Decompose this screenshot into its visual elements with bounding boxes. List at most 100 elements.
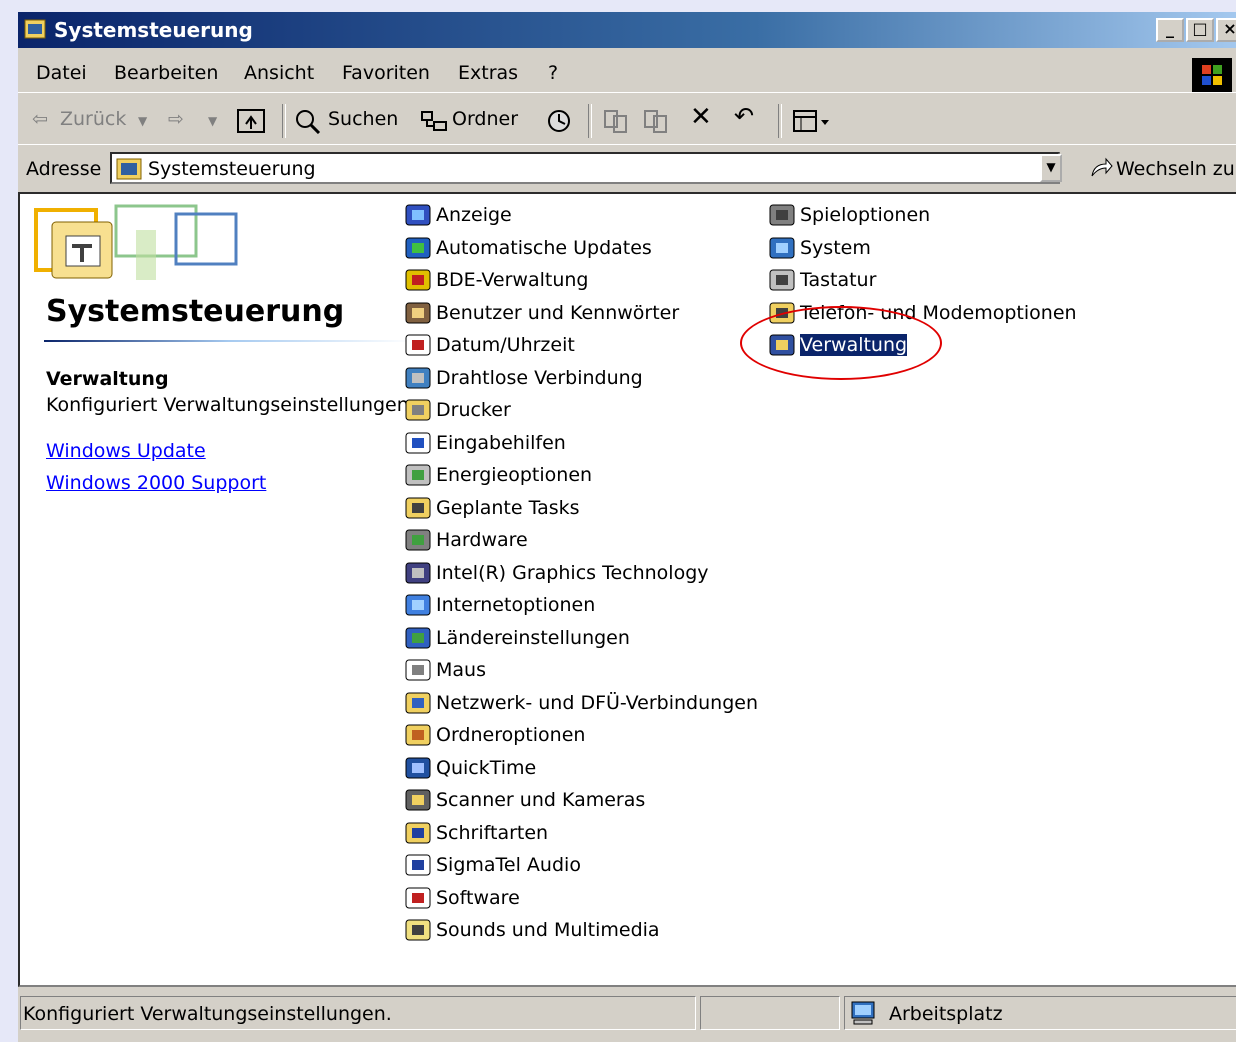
speaker-icon: [404, 917, 434, 945]
computer-icon: [849, 999, 877, 1027]
windows-logo-icon: [1192, 58, 1232, 92]
printer-icon: [404, 397, 434, 425]
status-empty-panel: [700, 996, 840, 1030]
keyboard-icon: [768, 267, 798, 295]
address-dropdown-button[interactable]: ▼: [1040, 154, 1062, 182]
back-arrow-icon[interactable]: ⇦: [32, 108, 48, 130]
copy-to-icon[interactable]: [642, 108, 670, 134]
menu-datei[interactable]: Datei: [36, 62, 87, 84]
fonts-icon: [404, 820, 434, 848]
address-value: Systemsteuerung: [148, 158, 316, 180]
toolbar: ⇦ Zurück ▼ ⇨ ▼ Suchen Ordner ✕ ↶: [18, 98, 1236, 145]
menu-help[interactable]: ?: [548, 62, 558, 84]
maximize-button[interactable]: □: [1186, 18, 1214, 42]
quicktime-icon: [404, 755, 434, 783]
list-item-label: Tastatur: [800, 269, 877, 291]
list-item-label: Internetoptionen: [436, 594, 596, 616]
menu-favoriten[interactable]: Favoriten: [342, 62, 430, 84]
menu-bearbeiten[interactable]: Bearbeiten: [114, 62, 218, 84]
address-label: Adresse: [26, 158, 102, 180]
list-item-label: Drahtlose Verbindung: [436, 366, 643, 389]
mouse-icon: [404, 657, 434, 685]
internet-icon: [404, 592, 434, 620]
list-item-label: Telefon- und Modemoptionen: [800, 301, 1077, 324]
list-item-label: QuickTime: [436, 756, 537, 779]
list-item-label: Geplante Tasks: [436, 496, 580, 519]
toolbar-separator: [778, 104, 782, 138]
selected-item-title: Verwaltung: [46, 368, 169, 390]
toolbar-separator: [588, 104, 592, 138]
list-item-label: Anzeige: [436, 204, 512, 226]
views-icon[interactable]: [792, 108, 832, 134]
move-to-icon[interactable]: [602, 108, 630, 134]
status-zone-panel: Arbeitsplatz: [844, 996, 1236, 1030]
list-item-label: BDE-Verwaltung: [436, 269, 589, 291]
windows-update-icon: [404, 235, 434, 263]
delete-icon[interactable]: ✕: [690, 102, 712, 132]
intel-graphics-icon: [404, 560, 434, 588]
back-button-label[interactable]: Zurück: [60, 108, 126, 130]
forward-dropdown-icon[interactable]: ▼: [208, 114, 217, 128]
phone-icon: [768, 300, 798, 328]
folders-button-label[interactable]: Ordner: [452, 108, 518, 130]
menu-bar: Datei Bearbeiten Ansicht Favoriten Extra…: [18, 52, 1236, 93]
history-icon[interactable]: [546, 108, 574, 134]
go-arrow-icon[interactable]: [1088, 156, 1114, 180]
admin-tools-icon: [768, 332, 798, 360]
folders-icon[interactable]: [420, 108, 450, 134]
up-folder-icon[interactable]: [236, 108, 266, 134]
scanner-icon: [404, 787, 434, 815]
page-title: Systemsteuerung: [46, 294, 345, 329]
toolbar-separator: [282, 104, 286, 138]
address-input[interactable]: Systemsteuerung: [110, 152, 1060, 184]
title-bar[interactable]: Systemsteuerung _ □ ×: [18, 12, 1236, 48]
list-item-label: Verwaltung: [800, 334, 908, 356]
computer-icon: [768, 235, 798, 263]
explorer-window: Systemsteuerung _ □ × Datei Bearbeiten A…: [18, 12, 1236, 1042]
back-dropdown-icon[interactable]: ▼: [138, 114, 147, 128]
users-icon: [404, 300, 434, 328]
list-item-label: Datum/Uhrzeit: [436, 334, 575, 356]
list-item-label: Intel(R) Graphics Technology: [436, 561, 709, 584]
list-item-label: Drucker: [436, 399, 511, 421]
menu-ansicht[interactable]: Ansicht: [244, 62, 314, 84]
title-divider: [44, 340, 414, 342]
list-item-label: Schriftarten: [436, 821, 549, 844]
undo-icon[interactable]: ↶: [734, 102, 754, 130]
content-pane: Systemsteuerung Verwaltung Konfiguriert …: [18, 192, 1236, 987]
list-item-label: Software: [436, 886, 520, 909]
accessibility-icon: [404, 430, 434, 458]
list-item-label: Spieloptionen: [800, 204, 931, 226]
list-item-label: SigmaTel Audio: [436, 854, 581, 876]
search-icon[interactable]: [294, 108, 322, 134]
folder-options-icon: [404, 722, 434, 750]
wireless-icon: [404, 365, 434, 393]
globe-icon: [404, 625, 434, 653]
clock-icon: [404, 332, 434, 360]
control-panel-icon[interactable]: [24, 19, 46, 39]
go-button-label[interactable]: Wechseln zu: [1116, 158, 1235, 180]
link-windows-update[interactable]: Windows Update: [46, 440, 206, 462]
close-button[interactable]: ×: [1216, 18, 1236, 42]
tasks-icon: [404, 495, 434, 523]
status-text: Konfiguriert Verwaltungseinstellungen.: [23, 1003, 392, 1025]
audio-icon: [404, 852, 434, 880]
list-item-label: Hardware: [436, 529, 528, 551]
joystick-icon: [768, 202, 798, 230]
forward-arrow-icon[interactable]: ⇨: [168, 108, 184, 130]
address-bar: Adresse Systemsteuerung ▼ Wechseln zu: [18, 148, 1236, 188]
hardware-icon: [404, 527, 434, 555]
link-windows-2000-support[interactable]: Windows 2000 Support: [46, 472, 266, 494]
menu-extras[interactable]: Extras: [458, 62, 518, 84]
search-button-label[interactable]: Suchen: [328, 108, 398, 130]
list-item-label: System: [800, 236, 871, 259]
control-panel-icon: [116, 158, 142, 180]
minimize-button[interactable]: _: [1156, 18, 1184, 42]
display-icon: [404, 202, 434, 230]
list-item-label: Automatische Updates: [436, 236, 652, 259]
software-icon: [404, 885, 434, 913]
status-bar: Konfiguriert Verwaltungseinstellungen. A…: [18, 992, 1236, 1032]
power-icon: [404, 462, 434, 490]
list-item-label: Netzwerk- und DFÜ-Verbindungen: [436, 691, 758, 714]
bde-icon: [404, 267, 434, 295]
